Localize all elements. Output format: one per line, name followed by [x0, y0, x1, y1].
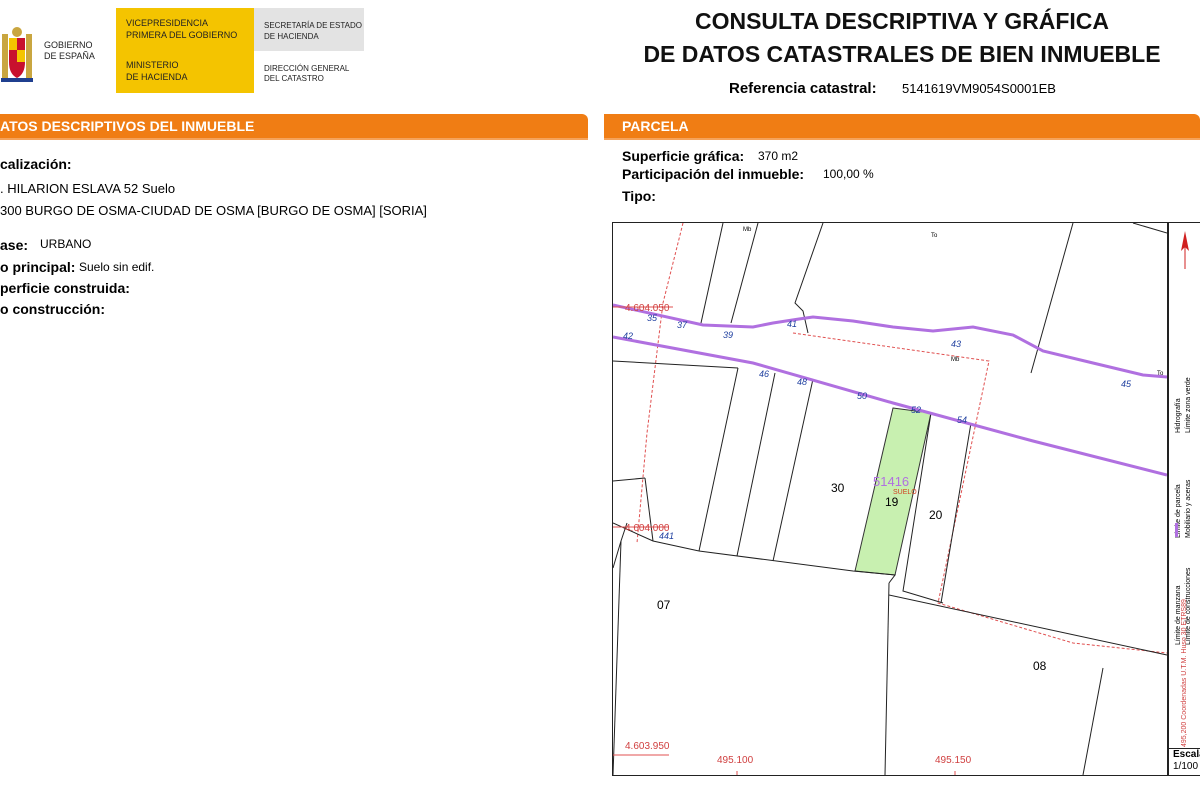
legend-swatch-manzana [1175, 523, 1178, 537]
dir-line2: DEL CATASTRO [264, 74, 324, 83]
legend-item-4: Mobiliario y aceras [1185, 479, 1192, 538]
parcel-number-19[interactable]: 19 [885, 495, 898, 509]
street-number-54: 54 [957, 415, 968, 425]
scale-label: Escala [1173, 749, 1200, 760]
secretaria-logo: SECRETARÍA DE ESTADO DE HACIENDA [254, 8, 364, 51]
gov-line2: DE ESPAÑA [44, 51, 95, 61]
street-number-42: 42 [623, 331, 634, 341]
suelo-tag: SUELO [893, 489, 917, 496]
section-title-prefix: ATOS DESCRIPTIVOS DEL [0, 118, 182, 134]
vp-line1: VICEPRESIDENCIA [126, 18, 209, 28]
block-id: 51416 [873, 474, 910, 489]
sec-line2: DE HACIENDA [264, 32, 319, 41]
coordinate-ticks [613, 306, 956, 775]
map-legend: Hidrografía Límite zona verde Límite de … [1168, 222, 1200, 754]
section-bar-descriptivos: ATOS DESCRIPTIVOS DEL INMUEBLE [0, 114, 588, 138]
tipo-label: Tipo: [622, 188, 656, 204]
street-number-37: 37 [677, 320, 688, 330]
legend-item-5: Hidrografía [1175, 398, 1182, 433]
superficie-construida-label: perficie construida: [0, 280, 130, 296]
coord-y3: 4.603.950 [625, 741, 670, 752]
min-line1: MINISTERIO [126, 60, 179, 70]
uso-value: Suelo sin edif. [79, 260, 155, 274]
parcel-number-30[interactable]: 30 [831, 481, 844, 495]
street-number-52: 52 [911, 405, 922, 415]
section-divider [0, 138, 588, 140]
cadastral-map[interactable]: 30 19 20 07 08 51416 SUELO 4.604.050 4.6… [612, 222, 1168, 776]
street-number-35: 35 [647, 313, 658, 323]
localizacion-label: calización: [0, 156, 72, 172]
ref-value: 5141619VM9054S0001EB [902, 81, 1056, 96]
sec-line1: SECRETARÍA DE ESTADO [264, 21, 362, 30]
street-number-48: 48 [797, 377, 808, 387]
participacion-value: 100,00 % [823, 167, 874, 181]
gov-line1: GOBIERNO [44, 40, 93, 50]
street-number-39: 39 [723, 330, 734, 340]
page-title-line1: CONSULTA DESCRIPTIVA Y GRÁFICA [694, 8, 1110, 34]
street-number-50: 50 [857, 391, 868, 401]
street-number-441: 441 [659, 531, 675, 541]
street-number-43: 43 [951, 339, 962, 349]
anio-construccion-label: o construcción: [0, 301, 106, 317]
page-title-line2: DE DATOS CATASTRALES DE BIEN INMUEBLE [643, 41, 1161, 67]
mb-label-1: Mb [743, 227, 752, 233]
clase-label: ase: [0, 237, 29, 253]
ref-label: Referencia catastral: [729, 80, 877, 97]
street-number-41: 41 [787, 319, 798, 329]
coat-of-arms-icon [1, 27, 33, 82]
superficie-grafica-label: Superficie gráfica: [622, 148, 745, 164]
street-number-46: 46 [759, 369, 770, 379]
ministry-logo: VICEPRESIDENCIA PRIMERA DEL GOBIERNO MIN… [116, 8, 254, 93]
mb-label-2: Mb [951, 357, 960, 363]
gobierno-logo: GOBIERNO DE ESPAÑA [0, 8, 116, 93]
section-bar-parcela: PARCELA [604, 114, 1200, 138]
manzana-line-top [613, 303, 1167, 379]
north-arrow-icon [1181, 231, 1189, 269]
to-label-2: To [1157, 371, 1164, 377]
section-title-bold: INMUEBLE [181, 118, 255, 134]
min-line2: DE HACIENDA [126, 72, 188, 82]
superficie-grafica-value: 370 m2 [758, 149, 799, 163]
street-number-45: 45 [1121, 379, 1132, 389]
parcel-number-08[interactable]: 08 [1033, 659, 1046, 673]
parcel-boundary-right [792, 332, 1167, 654]
coord-x2: 495.150 [935, 755, 972, 766]
scale-box: Escala 1/100 [1168, 748, 1200, 776]
parcel-boundary-left [636, 223, 684, 544]
vp-line2: PRIMERA DEL GOBIERNO [126, 30, 238, 40]
address-line1: . HILARION ESLAVA 52 Suelo [0, 181, 176, 196]
address-line2: 300 BURGO DE OSMA-CIUDAD DE OSMA [BURGO … [0, 203, 427, 218]
clase-value: URBANO [40, 237, 92, 251]
section-divider-parcela [604, 138, 1200, 140]
parcel-number-07[interactable]: 07 [657, 598, 670, 612]
to-label-1: To [931, 233, 938, 239]
scale-value: 1/100 [1173, 761, 1199, 772]
coords-note: 495,200 Coordenadas U.T.M. Huso 30 ETRS8… [1181, 599, 1188, 747]
participacion-label: Participación del inmueble: [622, 166, 805, 182]
uso-label: o principal: [0, 259, 76, 275]
legend-item-6: Límite zona verde [1185, 377, 1192, 433]
coord-x1: 495.100 [717, 755, 754, 766]
parcel-number-20[interactable]: 20 [929, 508, 942, 522]
